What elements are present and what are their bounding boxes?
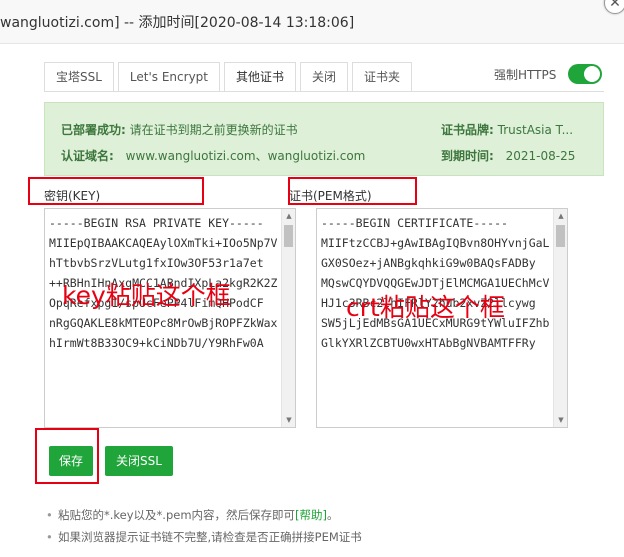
tab-close[interactable]: 关闭 — [300, 62, 349, 92]
cert-label-highlight — [288, 177, 417, 205]
scroll-thumb[interactable] — [556, 225, 565, 247]
ssl-dialog: wangluotizi.com] -- 添加时间[2020-08-14 13:1… — [0, 0, 624, 557]
ssl-tabs: 宝塔SSL Let's Encrypt 其他证书 关闭 证书夹 — [44, 62, 416, 92]
dialog-title-bar: wangluotizi.com] -- 添加时间[2020-08-14 13:1… — [0, 0, 624, 44]
tabs-divider — [44, 91, 604, 92]
cert-brand: 证书品牌: TrustAsia T... — [441, 121, 573, 138]
cert-annotation: crt粘贴这个框 — [346, 293, 505, 322]
toggle-knob — [584, 66, 601, 82]
save-button-highlight — [35, 428, 99, 484]
domain-value: www.wangluotizi.com、wangluotizi.com — [125, 149, 366, 163]
deployed-status: 已部署成功: 请在证书到期之前更换新的证书 — [61, 121, 298, 138]
scroll-down-icon[interactable]: ▼ — [554, 413, 567, 427]
scroll-up-icon[interactable]: ▲ — [554, 209, 567, 223]
tip-paste-text: 粘贴您的*.key以及*.pem内容，然后保存即可 — [58, 508, 296, 522]
tab-lets-encrypt[interactable]: Let's Encrypt — [117, 62, 220, 92]
key-annotation: key粘贴这个框 — [62, 281, 231, 310]
scroll-up-icon[interactable]: ▲ — [282, 209, 295, 223]
tab-cert-folder[interactable]: 证书夹 — [352, 62, 413, 92]
tip-chain: 如果浏览器提示证书链不完整,请检查是否正确拼接PEM证书 — [44, 526, 362, 548]
expire-value: 2021-08-25 — [505, 149, 576, 163]
expire-label: 到期时间: — [441, 149, 494, 163]
cert-text: -----BEGIN CERTIFICATE----- MIIFtzCCBJ+g… — [321, 216, 550, 350]
cert-domain: 认证域名: www.wangluotizi.com、wangluotizi.co… — [61, 147, 365, 164]
deployed-label: 已部署成功: — [61, 123, 126, 137]
tips-list: 粘贴您的*.key以及*.pem内容，然后保存即可[帮助]。 如果浏览器提示证书… — [44, 504, 362, 548]
help-link[interactable]: [帮助] — [295, 508, 327, 522]
force-https-label: 强制HTTPS — [494, 67, 557, 82]
key-label-highlight — [28, 177, 204, 205]
cert-expire: 到期时间: 2021-08-25 — [441, 147, 575, 164]
key-scrollbar[interactable]: ▲ ▼ — [281, 209, 295, 427]
domain-label: 认证域名: — [61, 149, 114, 163]
tip-paste-end: 。 — [327, 508, 339, 522]
brand-value: TrustAsia T... — [497, 123, 574, 137]
tab-other-cert[interactable]: 其他证书 — [224, 62, 297, 92]
force-https: 强制HTTPS — [494, 64, 603, 84]
dialog-body: 宝塔SSL Let's Encrypt 其他证书 关闭 证书夹 强制HTTPS … — [30, 44, 624, 557]
tip-paste: 粘贴您的*.key以及*.pem内容，然后保存即可[帮助]。 — [44, 504, 362, 526]
key-textarea[interactable]: -----BEGIN RSA PRIVATE KEY----- MIIEpQIB… — [44, 208, 296, 428]
cert-scrollbar[interactable]: ▲ ▼ — [553, 209, 567, 427]
cert-status-box: 已部署成功: 请在证书到期之前更换新的证书 证书品牌: TrustAsia T.… — [44, 102, 604, 176]
tab-baota-ssl[interactable]: 宝塔SSL — [44, 62, 114, 92]
deployed-value: 请在证书到期之前更换新的证书 — [129, 123, 298, 137]
close-ssl-button[interactable]: 关闭SSL — [105, 446, 173, 476]
scroll-down-icon[interactable]: ▼ — [282, 413, 295, 427]
scroll-thumb[interactable] — [284, 225, 293, 247]
force-https-toggle[interactable] — [568, 64, 603, 84]
dialog-title: wangluotizi.com] -- 添加时间[2020-08-14 13:1… — [0, 15, 355, 31]
brand-label: 证书品牌: — [441, 123, 494, 137]
